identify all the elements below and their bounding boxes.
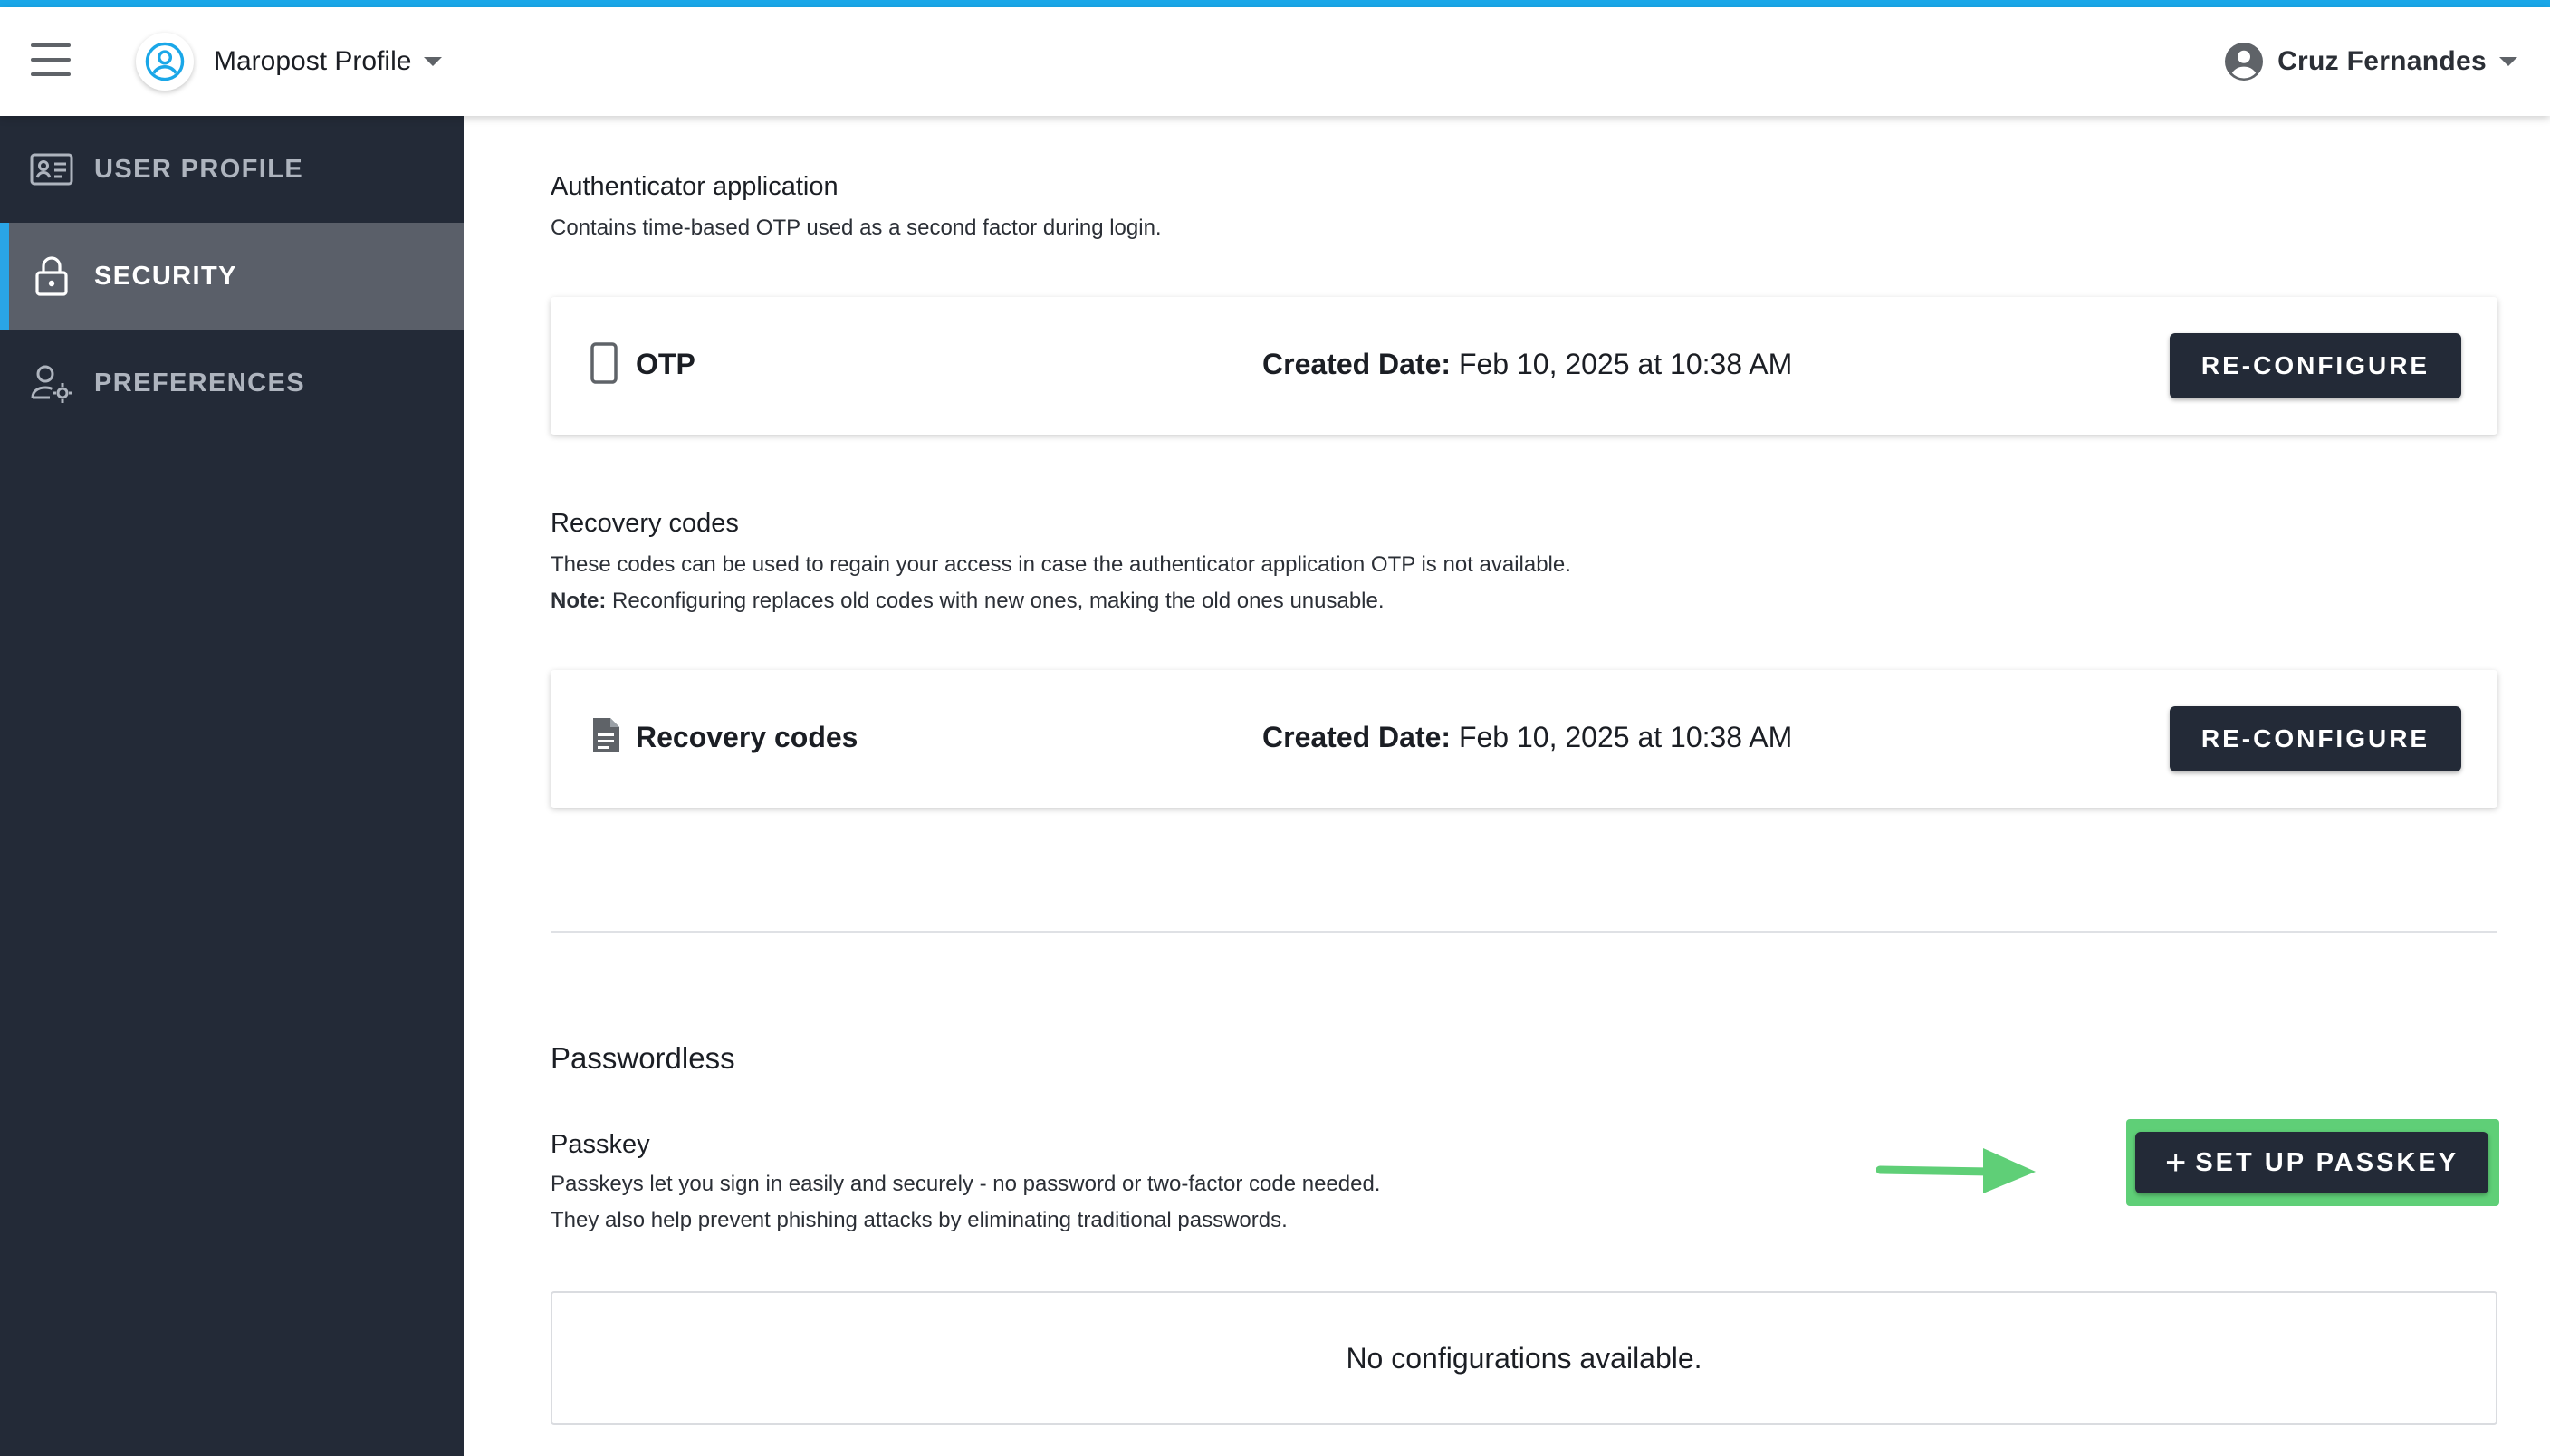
- document-icon: [590, 715, 632, 762]
- plus-icon: +: [2164, 1143, 2187, 1183]
- sidebar-item-preferences[interactable]: PREFERENCES: [0, 330, 464, 436]
- profile-avatar-icon: [136, 33, 194, 91]
- passkey-empty-state: No configurations available.: [551, 1291, 2497, 1425]
- id-card-icon: [29, 147, 74, 192]
- note-text: Reconfiguring replaces old codes with ne…: [612, 589, 1385, 613]
- section-divider: [551, 931, 2497, 933]
- sidebar-item-label: SECURITY: [94, 261, 237, 291]
- profile-switcher[interactable]: Maropost Profile: [136, 33, 443, 91]
- sidebar: USER PROFILE SECURITY PREFERENCES: [0, 116, 464, 1456]
- arrow-pointer-icon: [1876, 1148, 2036, 1193]
- sidebar-item-label: PREFERENCES: [94, 368, 305, 398]
- otp-card: OTP Created Date: Feb 10, 2025 at 10:38 …: [551, 297, 2497, 435]
- app-root: Maropost Profile Cruz Fernandes USER PRO…: [0, 0, 2550, 1456]
- user-menu[interactable]: Cruz Fernandes: [2225, 38, 2517, 85]
- account-circle-icon: [2225, 43, 2264, 81]
- sidebar-item-user-profile[interactable]: USER PROFILE: [0, 116, 464, 223]
- main-content: Authenticator application Contains time-…: [464, 116, 2550, 1456]
- sidebar-item-label: USER PROFILE: [94, 154, 304, 184]
- user-name: Cruz Fernandes: [2277, 46, 2487, 76]
- recovery-codes-card: Recovery codes Created Date: Feb 10, 202…: [551, 670, 2497, 808]
- passkey-description-line1: Passkeys let you sign in easily and secu…: [551, 1172, 1381, 1196]
- passwordless-title: Passwordless: [551, 1041, 735, 1075]
- recovery-title: Recovery codes: [551, 509, 739, 538]
- otp-card-name: OTP: [636, 348, 695, 380]
- recovery-created-date: Created Date: Feb 10, 2025 at 10:38 AM: [1262, 721, 1792, 754]
- passkey-description-line2: They also help prevent phishing attacks …: [551, 1208, 1288, 1232]
- authenticator-description: Contains time-based OTP used as a second…: [551, 216, 1162, 240]
- created-date-value: Feb 10, 2025 at 10:38 AM: [1458, 348, 1793, 380]
- recovery-reconfigure-button[interactable]: RE-CONFIGURE: [2170, 706, 2461, 771]
- sidebar-item-security[interactable]: SECURITY: [0, 223, 464, 330]
- note-label: Note:: [551, 589, 607, 613]
- created-date-value: Feb 10, 2025 at 10:38 AM: [1458, 721, 1793, 753]
- otp-created-date: Created Date: Feb 10, 2025 at 10:38 AM: [1262, 348, 1792, 381]
- setup-passkey-label: SET UP PASSKEY: [2195, 1147, 2459, 1177]
- setup-passkey-button[interactable]: + SET UP PASSKEY: [2135, 1132, 2488, 1193]
- authenticator-title: Authenticator application: [551, 172, 839, 201]
- recovery-description: These codes can be used to regain your a…: [551, 552, 1571, 577]
- profile-name: Maropost Profile: [214, 46, 412, 76]
- created-date-label: Created Date:: [1262, 721, 1452, 753]
- app-header: Maropost Profile Cruz Fernandes: [0, 7, 2550, 116]
- chevron-down-icon: [2499, 57, 2517, 66]
- otp-reconfigure-button[interactable]: RE-CONFIGURE: [2170, 333, 2461, 398]
- user-settings-icon: [29, 360, 74, 406]
- recovery-card-name: Recovery codes: [636, 721, 858, 753]
- chevron-down-icon: [424, 57, 443, 66]
- top-accent-bar: [0, 0, 2550, 7]
- passkey-title: Passkey: [551, 1130, 650, 1159]
- lock-icon: [29, 254, 74, 299]
- hamburger-menu-icon[interactable]: [31, 43, 71, 76]
- empty-state-text: No configurations available.: [1346, 1341, 1702, 1375]
- created-date-label: Created Date:: [1262, 348, 1452, 380]
- phone-icon: [590, 342, 632, 389]
- recovery-note: Note: Reconfiguring replaces old codes w…: [551, 583, 1385, 619]
